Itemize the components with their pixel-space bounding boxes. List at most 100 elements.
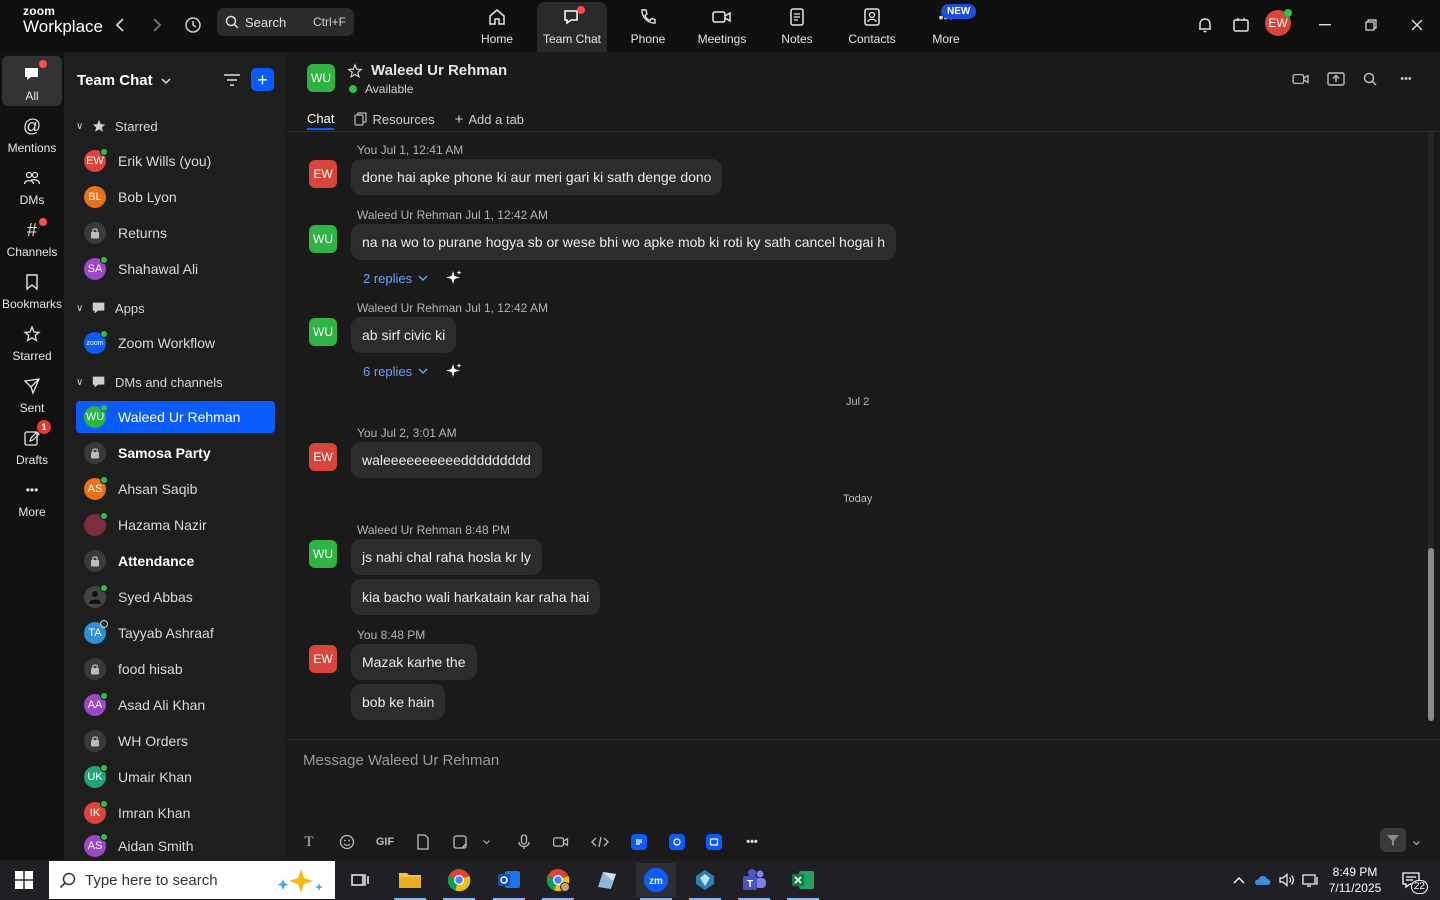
chevron-down-icon[interactable] [1405,832,1427,854]
message-bubble[interactable]: js nahi chal raha hosla kr ly [351,539,542,575]
rail-channels[interactable]: # Channels [2,212,62,262]
contact-avatar[interactable]: WU [307,64,335,92]
excel-icon[interactable] [783,863,823,900]
star-icon[interactable] [347,63,363,84]
scrollbar-thumb[interactable] [1428,548,1434,721]
forward-arrow-icon[interactable] [144,12,170,38]
rail-dms[interactable]: DMs [2,160,62,210]
docs-app-icon[interactable] [669,834,685,850]
close-icon[interactable] [1404,12,1430,38]
section-starred[interactable]: ∨ Starred [76,115,158,137]
chevron-down-icon[interactable] [475,831,497,853]
filter-icon[interactable] [222,70,242,90]
sidebar-item-attendance[interactable]: Attendance [76,545,275,577]
message-avatar[interactable]: EW [309,443,337,471]
system-clock[interactable]: 8:49 PM 7/11/2025 [1326,864,1384,896]
sidebar-item-ahsan-saqib[interactable]: AS Ahsan Saqib [76,473,275,505]
sidebar-item-wh-orders[interactable]: WH Orders [76,725,275,757]
message-avatar[interactable]: WU [309,318,337,346]
thread-replies[interactable]: 2 replies [363,270,462,286]
sidebar-item-imran-khan[interactable]: IK Imran Khan [76,797,275,829]
microphone-icon[interactable] [513,831,535,853]
thread-replies[interactable]: 6 replies [363,363,462,379]
nav-home[interactable]: Home [461,0,533,52]
contact-name[interactable]: Waleed Ur Rehman [371,62,507,79]
speaker-icon[interactable] [1277,870,1297,890]
sidebar-item-food-hisab[interactable]: food hisab [76,653,275,685]
whiteboard-app-icon[interactable] [706,834,722,850]
notification-center-icon[interactable]: 22 [1399,870,1428,894]
more-options-icon[interactable]: ••• [1395,68,1417,90]
taskbar-search[interactable]: Type here to search [49,861,335,899]
tab-resources[interactable]: Resources [354,108,435,130]
history-icon[interactable] [180,12,206,38]
share-screen-icon[interactable] [1325,68,1347,90]
code-snippet-icon[interactable] [589,831,611,853]
text-format-icon[interactable]: T [298,831,320,853]
tray-chevron-up-icon[interactable] [1229,870,1249,890]
message-bubble[interactable]: kia bacho wali harkatain kar raha hai [351,579,601,615]
rail-drafts[interactable]: 1 Drafts [2,420,62,470]
teams-icon[interactable]: T [734,863,774,900]
sidebar-item-syed-abbas[interactable]: Syed Abbas [76,581,275,613]
zoom-taskbar-icon[interactable]: zm [636,863,676,900]
sidebar-item-aidan-smith[interactable]: AS Aidan Smith [76,833,275,859]
onedrive-cloud-icon[interactable] [1253,870,1273,890]
rail-more[interactable]: ••• More [2,472,62,522]
sidebar-item-asad-ali-khan[interactable]: AA Asad Ali Khan [76,689,275,721]
rail-all[interactable]: All [2,56,62,106]
sidebar-item-samosa-party[interactable]: Samosa Party [76,437,275,469]
message-avatar[interactable]: EW [309,645,337,673]
rail-bookmarks[interactable]: Bookmarks [2,264,62,314]
message-bubble[interactable]: na na wo to purane hogya sb or wese bhi … [351,224,896,260]
file-explorer-icon[interactable] [390,863,430,900]
send-button[interactable] [1380,828,1406,852]
message-bubble[interactable]: Mazak karhe the [351,644,477,680]
app-icon[interactable] [587,863,627,897]
new-chat-button[interactable]: + [251,68,274,91]
message-input[interactable] [303,748,903,772]
nav-team-chat[interactable]: Team Chat [537,2,607,52]
file-icon[interactable] [412,831,434,853]
rail-sent[interactable]: Sent [2,368,62,418]
rail-mentions[interactable]: @ Mentions [2,108,62,158]
tab-chat[interactable]: Chat [307,108,335,130]
message-bubble[interactable]: waleeeeeeeeeeddddddddd [351,442,542,478]
section-apps[interactable]: ∨ Apps [76,297,145,319]
nav-meetings[interactable]: Meetings [686,0,758,52]
sidebar-item-waleed-ur-rehman[interactable]: WU Waleed Ur Rehman [76,401,275,433]
nav-phone[interactable]: Phone [612,0,684,52]
sidebar-title[interactable]: Team Chat [77,72,171,89]
sidebar-item-umair-khan[interactable]: UK Umair Khan [76,761,275,793]
sidebar-item-erik-wills[interactable]: EW Erik Wills (you) [76,145,275,177]
minimize-icon[interactable] [1312,12,1338,38]
message-bubble[interactable]: done hai apke phone ki aur meri gari ki … [351,159,723,195]
sidebar-item-tayyab-ashraaf[interactable]: TA Tayyab Ashraaf [76,617,275,649]
notes-app-icon[interactable] [631,834,647,850]
ai-sparkle-icon[interactable] [446,363,462,379]
sidebar-item-shahawal-ali[interactable]: SA Shahawal Ali [76,253,275,285]
video-message-icon[interactable] [550,831,572,853]
bell-icon[interactable] [1192,12,1218,38]
message-avatar[interactable]: EW [309,160,337,188]
more-tools-icon[interactable]: ••• [741,831,763,853]
message-bubble[interactable]: ab sirf civic ki [351,317,457,353]
sidebar-item-hazama-nazir[interactable]: Hazama Nazir [76,509,275,541]
restore-icon[interactable] [1358,12,1384,38]
search-box[interactable]: Search Ctrl+F [217,8,354,36]
message-bubble[interactable]: bob ke hain [351,684,446,720]
screenshot-icon[interactable] [449,831,471,853]
nav-contacts[interactable]: Contacts [836,0,908,52]
user-avatar[interactable]: EW [1265,9,1292,36]
chrome-profile-icon[interactable] [538,863,578,900]
nav-notes[interactable]: Notes [761,0,833,52]
sidebar-item-returns[interactable]: Returns [76,217,275,249]
video-call-icon[interactable] [1290,68,1312,90]
network-icon[interactable] [1301,870,1321,890]
windows-start-icon[interactable] [4,863,44,897]
gif-button[interactable]: GIF [373,831,397,853]
task-view-icon[interactable] [340,863,380,897]
ai-sparkle-icon[interactable] [446,270,462,286]
chrome-icon[interactable] [439,863,479,900]
emoji-icon[interactable] [336,831,358,853]
